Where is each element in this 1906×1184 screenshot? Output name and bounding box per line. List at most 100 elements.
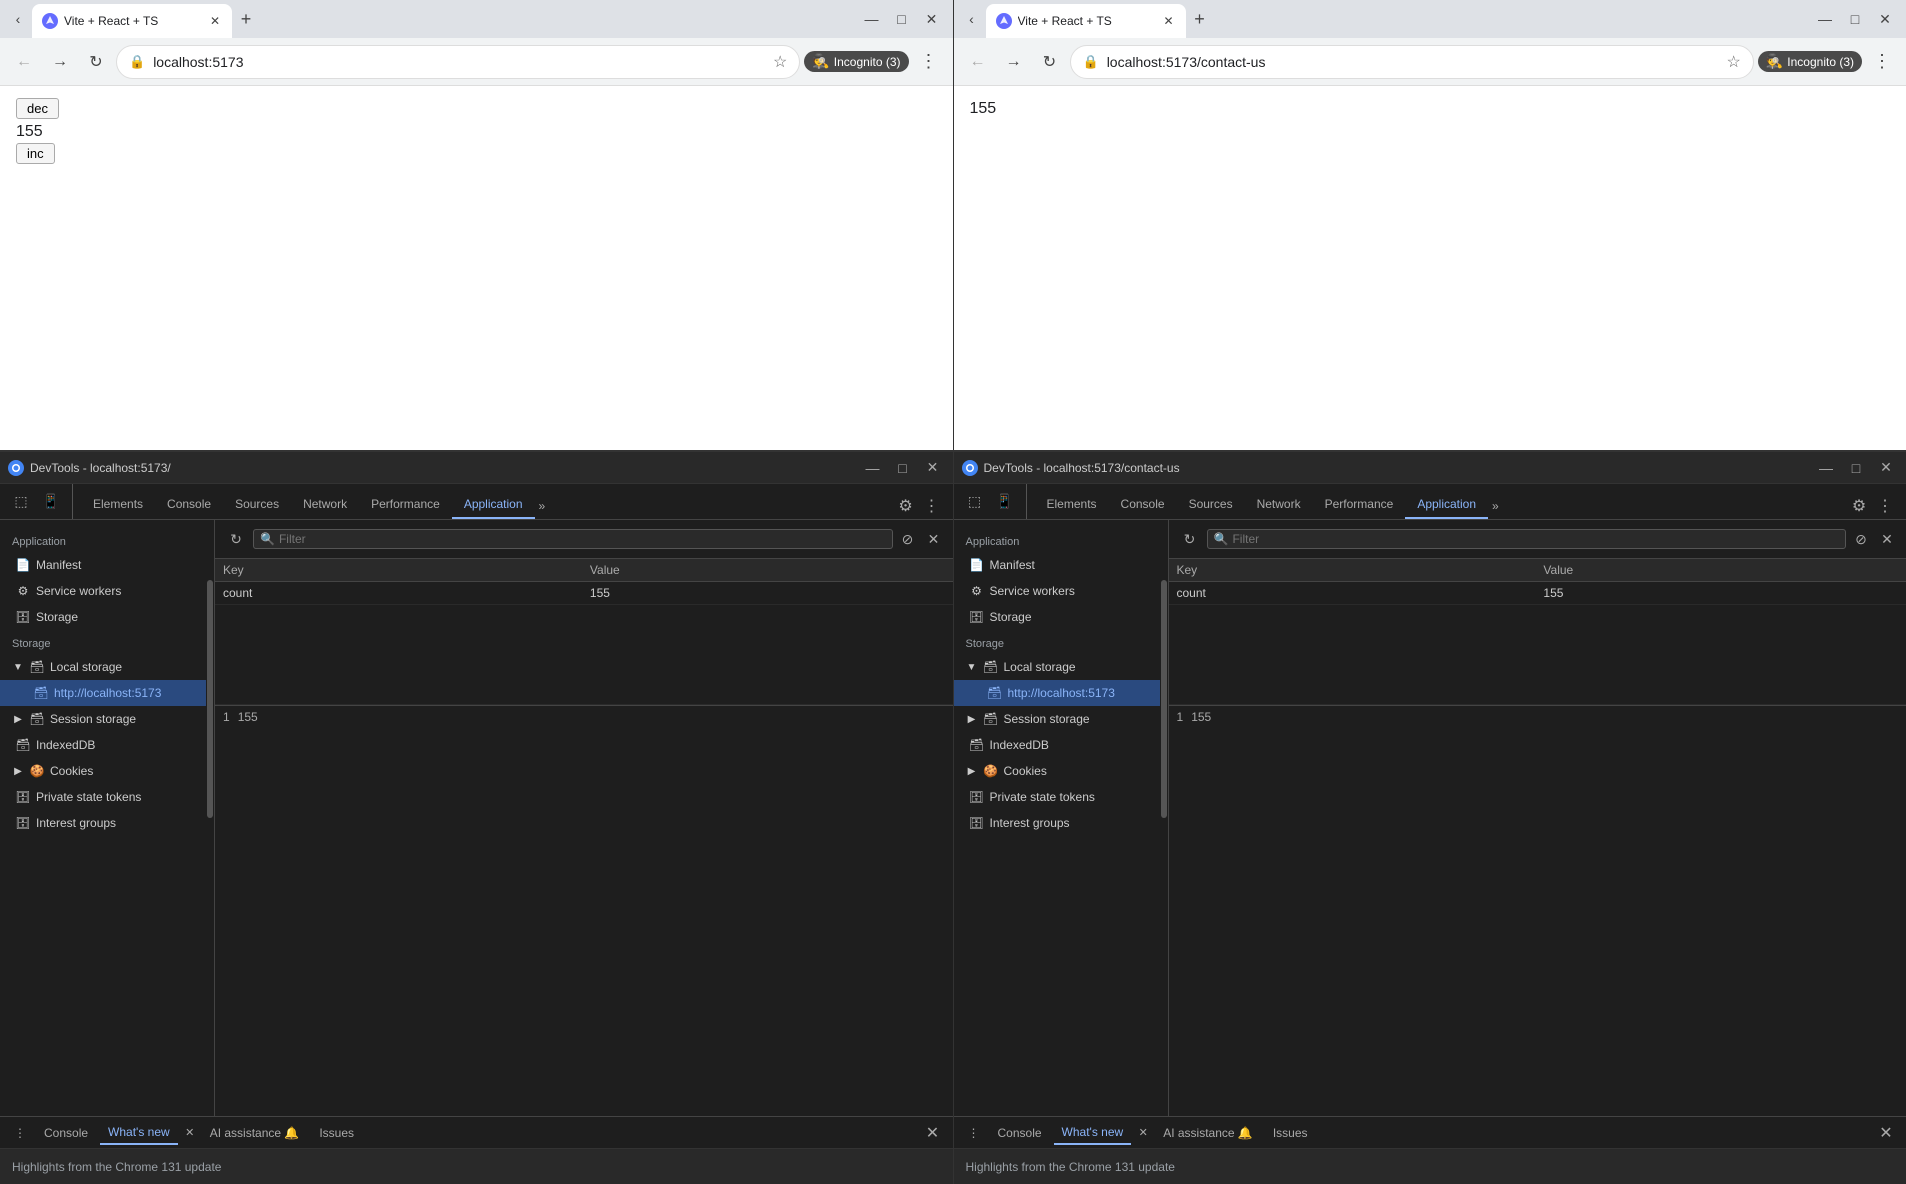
bottom-tab-console-1[interactable]: Console [36,1122,96,1144]
menu-btn-1[interactable]: ⋮ [913,46,945,78]
devtools-device-btn-1[interactable]: 📱 [38,489,64,515]
dt-tab-performance-1[interactable]: Performance [359,491,452,519]
restore-btn-1[interactable]: □ [889,6,915,32]
main-panel-inner-1[interactable]: Key Value count 155 [215,559,953,1116]
devtools-bottom-close-1[interactable]: ✕ [921,1121,945,1145]
dt-tab-sources-1[interactable]: Sources [223,491,291,519]
devtools-settings-btn-2[interactable]: ⚙ [1846,493,1872,519]
dt-tab-console-2[interactable]: Console [1109,491,1177,519]
dt-tab-network-1[interactable]: Network [291,491,359,519]
url-bar-1[interactable]: 🔒 localhost:5173 ☆ [116,45,800,79]
minimize-btn-2[interactable]: — [1812,6,1838,32]
sidebar-session-storage-2[interactable]: ▶ 🗃 Session storage [954,706,1168,732]
devtools-settings-btn-1[interactable]: ⚙ [893,493,919,519]
sidebar-indexed-db-2[interactable]: 🗃 IndexedDB [954,732,1168,758]
sidebar-manifest-1[interactable]: 📄 Manifest [0,552,214,578]
sidebar-scroll-inner-2[interactable]: Application 📄 Manifest ⚙ Service workers… [954,528,1168,1108]
sidebar-service-workers-2[interactable]: ⚙ Service workers [954,578,1168,604]
dt-tab-application-1[interactable]: Application [452,491,535,519]
sidebar-cookies-1[interactable]: ▶ 🍪 Cookies [0,758,214,784]
sidebar-interest-groups-2[interactable]: 🗄 Interest groups [954,810,1168,836]
dt-tab-performance-2[interactable]: Performance [1313,491,1406,519]
sidebar-indexed-db-1[interactable]: 🗃 IndexedDB [0,732,214,758]
new-tab-btn-1[interactable]: + [232,5,260,33]
dt-tab-network-2[interactable]: Network [1245,491,1313,519]
sidebar-local-storage-1[interactable]: ▼ 🗃 Local storage [0,654,214,680]
filter-clear-btn-1[interactable]: ⊘ [897,528,919,550]
bookmark-icon-1[interactable]: ☆ [773,52,787,72]
bottom-tab-whatsnew-1[interactable]: What's new [100,1121,178,1145]
reload-btn-1[interactable]: ↻ [80,46,112,78]
minimize-btn-1[interactable]: — [859,6,885,32]
forward-btn-2[interactable]: → [998,46,1030,78]
filter-delete-btn-1[interactable]: ✕ [923,528,945,550]
dt-tab-application-2[interactable]: Application [1405,491,1488,519]
devtools-restore-2[interactable]: □ [1844,456,1868,480]
devtools-restore-1[interactable]: □ [891,456,915,480]
tab-close-2[interactable]: ✕ [1160,12,1178,30]
bottom-tab-issues-1[interactable]: Issues [311,1122,362,1144]
devtools-device-btn-2[interactable]: 📱 [992,489,1018,515]
bottom-tab-whatsnew-close-1[interactable]: ✕ [182,1125,198,1141]
bookmark-icon-2[interactable]: ☆ [1727,52,1741,72]
forward-btn-1[interactable]: → [44,46,76,78]
sidebar-manifest-2[interactable]: 📄 Manifest [954,552,1168,578]
sidebar-local-storage-url-1[interactable]: 🗃 http://localhost:5173 [0,680,214,706]
tab-nav-back-1[interactable]: ‹ [4,5,32,33]
devtools-bottom-close-2[interactable]: ✕ [1874,1121,1898,1145]
back-btn-1[interactable]: ← [8,46,40,78]
sidebar-private-state-2[interactable]: 🗄 Private state tokens [954,784,1168,810]
main-panel-inner-2[interactable]: Key Value count 155 [1169,559,1906,1116]
sidebar-private-state-1[interactable]: 🗄 Private state tokens [0,784,214,810]
dt-tab-overflow-2[interactable]: » [1488,493,1503,519]
devtools-close-2[interactable]: ✕ [1874,456,1898,480]
sidebar-local-storage-url-2[interactable]: 🗃 http://localhost:5173 [954,680,1168,706]
dt-tab-overflow-1[interactable]: » [535,493,550,519]
bottom-tab-whatsnew-2[interactable]: What's new [1054,1121,1132,1145]
sidebar-local-storage-2[interactable]: ▼ 🗃 Local storage [954,654,1168,680]
tab-1[interactable]: Vite + React + TS ✕ [32,4,232,38]
devtools-minimize-2[interactable]: — [1814,456,1838,480]
back-btn-2[interactable]: ← [962,46,994,78]
bottom-tab-ai-1[interactable]: AI assistance 🔔 [202,1122,308,1144]
tab-close-1[interactable]: ✕ [206,12,224,30]
devtools-bottom-icon-2[interactable]: ⋮ [962,1121,986,1145]
filter-input-1[interactable] [279,532,886,546]
table-row[interactable]: count 155 [1169,582,1906,605]
filter-clear-btn-2[interactable]: ⊘ [1850,528,1872,550]
devtools-more-btn-1[interactable]: ⋮ [919,493,945,519]
table-row[interactable]: count 155 [215,582,953,605]
incognito-badge-2[interactable]: 🕵 Incognito (3) [1758,51,1862,72]
inc-button[interactable]: inc [16,143,55,164]
sidebar-scroll-inner-1[interactable]: Application 📄 Manifest ⚙ Service workers… [0,528,214,1108]
sidebar-cookies-2[interactable]: ▶ 🍪 Cookies [954,758,1168,784]
sidebar-storage-app-2[interactable]: 🗄 Storage [954,604,1168,630]
devtools-inspect-btn-2[interactable]: ⬚ [962,489,988,515]
filter-input-2[interactable] [1232,532,1839,546]
menu-btn-2[interactable]: ⋮ [1866,46,1898,78]
devtools-inspect-btn-1[interactable]: ⬚ [8,489,34,515]
devtools-close-1[interactable]: ✕ [921,456,945,480]
storage-refresh-btn-1[interactable]: ↻ [223,526,249,552]
sidebar-service-workers-1[interactable]: ⚙ Service workers [0,578,214,604]
storage-refresh-btn-2[interactable]: ↻ [1177,526,1203,552]
devtools-minimize-1[interactable]: — [861,456,885,480]
dt-tab-sources-2[interactable]: Sources [1177,491,1245,519]
close-btn-2[interactable]: ✕ [1872,6,1898,32]
devtools-bottom-icon-1[interactable]: ⋮ [8,1121,32,1145]
restore-btn-2[interactable]: □ [1842,6,1868,32]
sidebar-interest-groups-1[interactable]: 🗄 Interest groups [0,810,214,836]
dt-tab-console-1[interactable]: Console [155,491,223,519]
tab-nav-back-2[interactable]: ‹ [958,5,986,33]
dt-tab-elements-2[interactable]: Elements [1035,491,1109,519]
bottom-tab-issues-2[interactable]: Issues [1265,1122,1316,1144]
tab-2[interactable]: Vite + React + TS ✕ [986,4,1186,38]
bottom-tab-ai-2[interactable]: AI assistance 🔔 [1155,1122,1261,1144]
new-tab-btn-2[interactable]: + [1186,5,1214,33]
url-bar-2[interactable]: 🔒 localhost:5173/contact-us ☆ [1070,45,1754,79]
reload-btn-2[interactable]: ↻ [1034,46,1066,78]
incognito-badge-1[interactable]: 🕵 Incognito (3) [804,51,908,72]
filter-delete-btn-2[interactable]: ✕ [1876,528,1898,550]
bottom-tab-whatsnew-close-2[interactable]: ✕ [1135,1125,1151,1141]
dt-tab-elements-1[interactable]: Elements [81,491,155,519]
